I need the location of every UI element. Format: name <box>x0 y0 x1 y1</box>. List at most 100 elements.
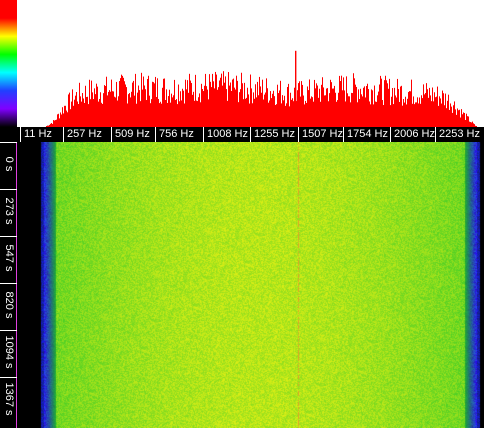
spectrum-bar <box>83 98 84 127</box>
spectrum-bar <box>258 95 259 127</box>
spectrum-bar <box>117 100 118 127</box>
spectrum-bar <box>354 78 355 127</box>
spectrum-bar <box>342 90 343 127</box>
spectrum-bar <box>425 93 426 127</box>
waterfall-spectrogram <box>17 142 484 428</box>
spectrum-bar <box>90 99 91 127</box>
spectrum-bar <box>115 97 116 127</box>
spectrum-bar <box>357 102 358 127</box>
spectrum-bar <box>204 85 205 127</box>
spectrum-bar <box>89 79 90 127</box>
spectrum-bar <box>339 75 340 127</box>
spectrum-bar <box>359 99 360 127</box>
spectrum-peak <box>295 50 297 127</box>
spectrum-bar <box>299 81 300 127</box>
time-tick-label: 0 s <box>2 156 15 172</box>
spectrum-bar <box>219 80 220 127</box>
spectrum-bar <box>78 104 79 127</box>
spectrum-bar <box>313 101 314 127</box>
spectrum-bar <box>443 93 444 127</box>
spectrum-bar <box>268 102 269 127</box>
spectrum-bar <box>91 80 92 127</box>
spectrum-bar <box>262 79 263 127</box>
spectrum-bar <box>434 92 435 127</box>
spectrum-bar <box>397 78 398 127</box>
spectrum-bar <box>232 79 233 127</box>
spectrum-bar <box>351 92 352 127</box>
spectrum-bar <box>231 90 232 127</box>
spectrum-bar <box>320 101 321 127</box>
spectrum-bar <box>405 96 406 127</box>
spectrum-bar <box>161 103 162 127</box>
spectrum-bar <box>183 90 184 127</box>
spectrum-bar <box>266 78 267 127</box>
spectrum-bar <box>160 101 161 127</box>
spectrum-bar <box>292 98 293 127</box>
spectrum-bar <box>271 98 272 127</box>
spectrum-bar <box>330 79 331 127</box>
spectrum-bar <box>151 99 152 127</box>
spectrum-bar <box>391 96 392 127</box>
spectrum-bar <box>102 103 103 127</box>
spectrum-bar <box>308 90 309 127</box>
freq-tick-label: 2006 Hz <box>394 128 435 140</box>
spectrum-bar <box>451 106 452 127</box>
spectrum-bar <box>408 92 409 127</box>
spectrum-bar <box>343 77 344 127</box>
spectrum-bar <box>238 102 239 127</box>
spectrum-bar <box>372 90 373 127</box>
spectrum-bar <box>61 114 62 127</box>
spectrum-bar <box>180 91 181 127</box>
spectrum-bar <box>452 112 453 127</box>
spectrum-bar <box>311 96 312 127</box>
spectrum-bar <box>379 84 380 127</box>
spectrum-bar <box>140 101 141 127</box>
spectrum-bar <box>412 103 413 127</box>
spectrum-bar <box>212 73 213 127</box>
spectrum-bar <box>74 99 75 127</box>
freq-tick: 1008 Hz <box>203 127 248 142</box>
spectrum-bar <box>120 78 121 127</box>
spectrum-bar <box>68 94 69 127</box>
spectrum-bar <box>153 82 154 127</box>
spectrum-bar <box>131 91 132 127</box>
spectrum-bar <box>277 84 278 127</box>
spectrum-bar <box>317 85 318 127</box>
spectrum-bar <box>269 100 270 127</box>
spectrum-bar <box>464 113 465 127</box>
spectrum-bar <box>273 90 274 127</box>
time-tick-label: 1367 s <box>2 382 15 416</box>
spectrum-bar <box>101 102 102 127</box>
spectrum-bar <box>170 102 171 127</box>
spectrum-bar <box>319 88 320 127</box>
spectrum-bar <box>95 94 96 127</box>
spectrum-bar <box>178 84 179 127</box>
spectrum-bar <box>196 100 197 127</box>
spectrum-bar <box>67 112 68 127</box>
spectrum-bar <box>298 83 299 127</box>
spectrum-bar <box>303 95 304 127</box>
spectrum-bar <box>368 89 369 127</box>
spectrum-bar <box>132 82 133 127</box>
spectrum-bar <box>240 89 241 127</box>
spectrum-bar <box>468 116 469 127</box>
spectrum-bar <box>251 88 252 127</box>
spectrum-bar <box>291 99 292 127</box>
freq-tick-label: 756 Hz <box>159 128 194 140</box>
freq-tick: 11 Hz <box>20 127 52 142</box>
freq-tick-label: 1255 Hz <box>254 128 295 140</box>
spectrum-bar <box>334 85 335 127</box>
spectrum-bar <box>430 95 431 127</box>
spectrum-bar <box>177 104 178 127</box>
freq-tick: 2006 Hz <box>390 127 435 142</box>
spectrum-bar <box>239 92 240 127</box>
spectrum-bar <box>307 86 308 127</box>
spectrum-bar <box>62 107 63 127</box>
spectrum-bar <box>413 96 414 127</box>
spectrum-bars <box>46 50 477 127</box>
spectrum-bar <box>410 91 411 127</box>
spectrum-bar <box>60 112 61 127</box>
spectrum-bar <box>462 114 463 127</box>
spectrum-bar <box>455 109 456 127</box>
spectrum-bar <box>221 73 222 127</box>
